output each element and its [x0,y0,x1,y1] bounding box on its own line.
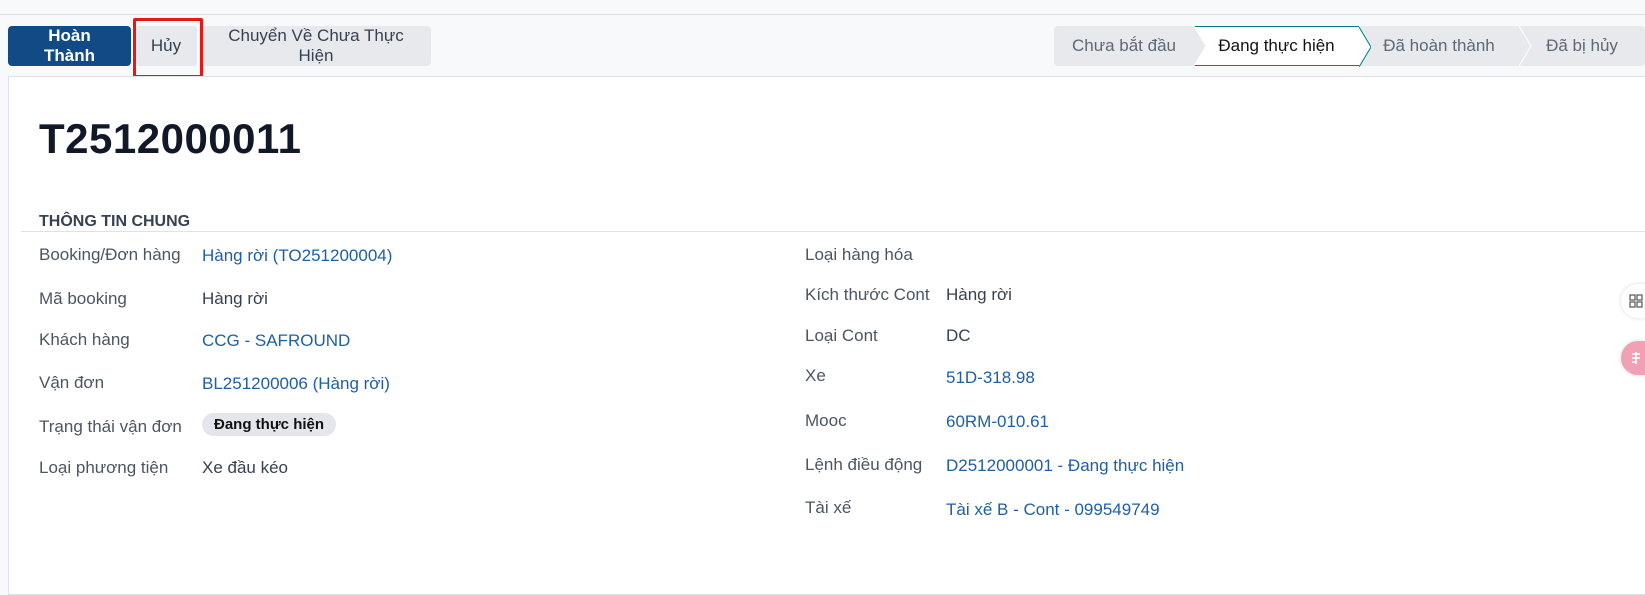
dispatch-label: Lệnh điều động [805,455,923,474]
stage-in-progress[interactable]: Đang thực hiện [1194,26,1371,67]
trailer-link[interactable]: 60RM-010.61 [946,412,1049,432]
booking-link[interactable]: Hàng rời (TO251200004) [202,246,392,266]
stage-arrow-icon [1519,26,1531,66]
cont-size-label: Kích thước Cont [805,285,930,304]
stage-not-started[interactable]: Chưa bắt đầu [1054,26,1206,66]
stage-label: Đã bị hủy [1546,36,1618,55]
bill-link[interactable]: BL251200006 (Hàng rời) [202,374,390,394]
cont-type-label: Loại Cont [805,326,878,345]
booking-label: Booking/Đơn hàng [39,245,181,264]
action-toolbar: Hoàn Thành Hủy Chuyển Về Chưa Thực Hiện [8,26,431,66]
stage-label: Chưa bắt đầu [1071,36,1176,55]
stage-label: Đã hoàn thành [1383,36,1495,55]
status-badge: Đang thực hiện [202,413,337,436]
cont-type-value: DC [946,326,971,345]
customer-link[interactable]: CCG - SAFROUND [202,331,350,351]
driver-link[interactable]: Tài xế B - Cont - 099549749 [946,500,1160,520]
truck-link[interactable]: 51D-318.98 [946,368,1035,388]
vehicle-type-value: Xe đầu kéo [202,458,289,477]
section-divider [21,231,1645,232]
stage-completed[interactable]: Đã hoàn thành [1359,26,1531,66]
stage-label: Đang thực hiện [1218,36,1335,55]
dispatch-link[interactable]: D2512000001 - Đang thực hiện [946,456,1184,476]
trailer-label: Mooc [805,411,847,430]
top-divider [0,14,1645,15]
booking-code-label: Mã booking [39,289,127,308]
bill-label: Vận đơn [39,373,105,392]
customer-label: Khách hàng [39,330,130,349]
complete-button[interactable]: Hoàn Thành [8,26,131,66]
booking-code-value: Hàng rời [202,289,268,308]
vehicle-type-label: Loại phương tiện [39,458,169,477]
stage-cancelled[interactable]: Đã bị hủy [1519,26,1645,66]
cancel-button[interactable]: Hủy [135,26,197,66]
cont-size-value: Hàng rời [946,285,1012,304]
stage-arrow-icon [1359,27,1371,67]
status-bar: Chưa bắt đầu Đang thực hiện Đã hoàn thàn… [1054,26,1645,67]
stage-arrow-icon [1194,26,1206,66]
revert-button[interactable]: Chuyển Về Chưa Thực Hiện [201,26,431,66]
form-sheet: T2512000011 THÔNG TIN CHUNG Booking/Đơn … [8,76,1645,595]
bill-status-label: Trạng thái vận đơn [39,417,182,436]
page-title: T2512000011 [39,115,302,162]
driver-label: Tài xế [805,498,852,517]
goods-type-label: Loại hàng hóa [805,245,913,264]
section-title: THÔNG TIN CHUNG [39,213,191,230]
truck-label: Xe [805,366,826,385]
